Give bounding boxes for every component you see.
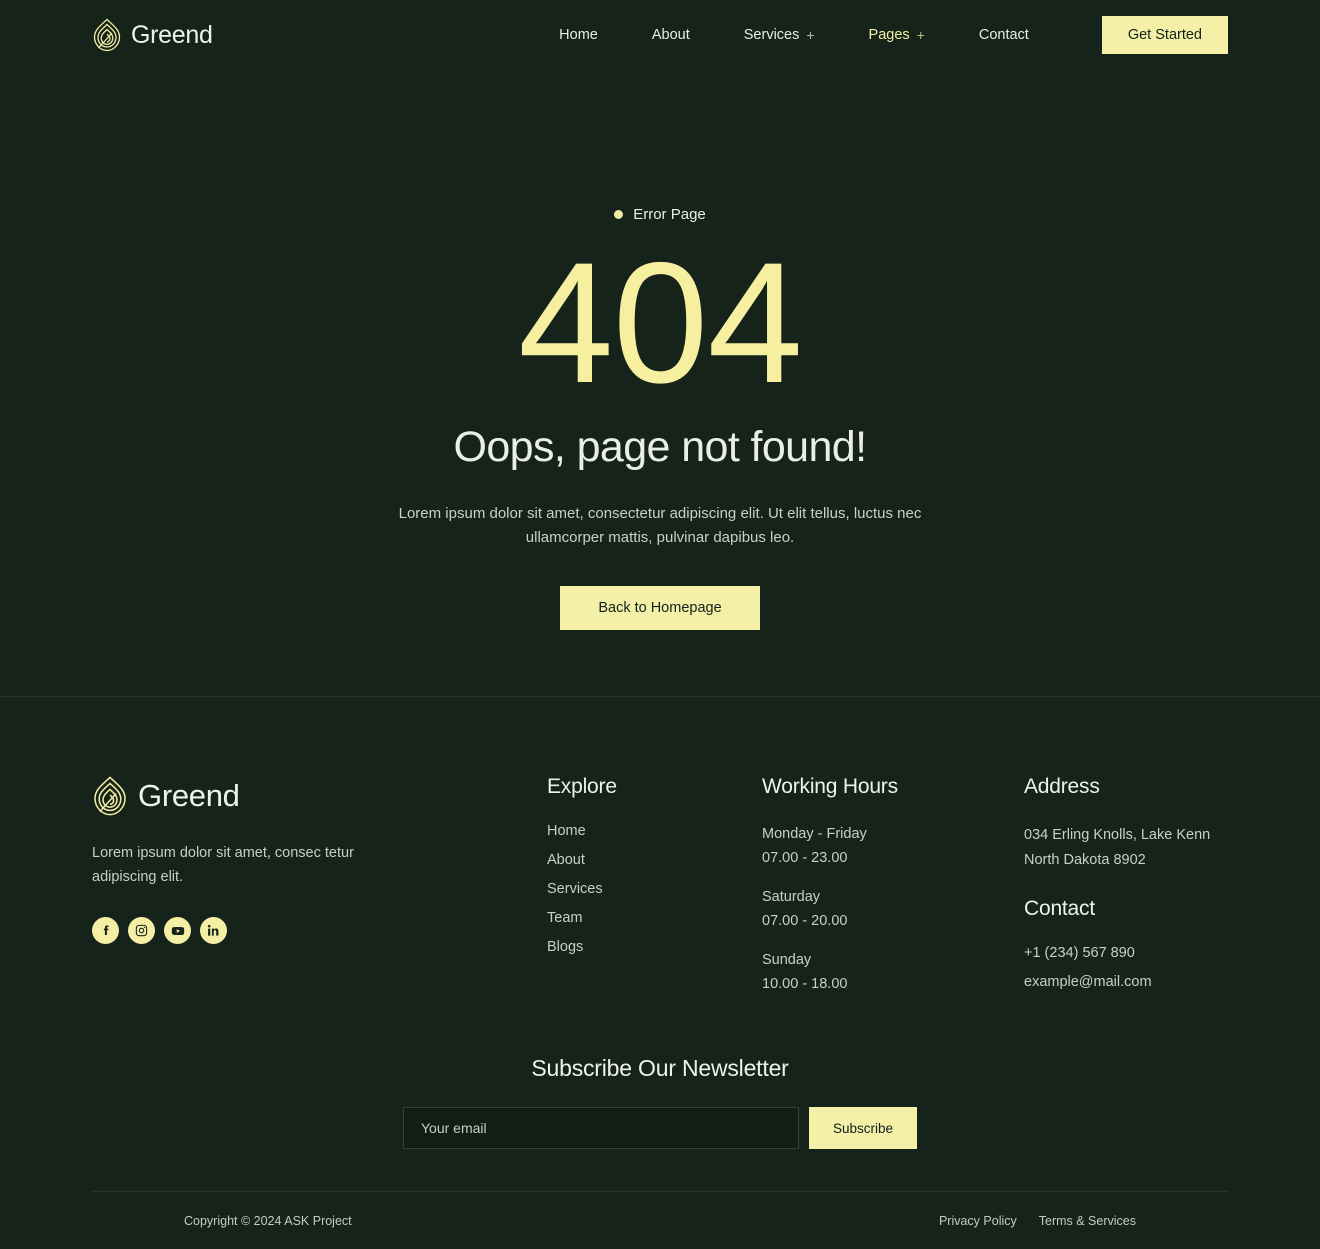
nav-item-about[interactable]: About [625,27,717,43]
newsletter-heading: Subscribe Our Newsletter [531,1055,789,1081]
page-title: Oops, page not found! [453,423,868,471]
nav-label: Home [559,27,598,43]
footer-explore-column: Explore Home About Services Team Blogs [547,775,762,955]
plus-icon: + [806,27,815,43]
social-link-youtube[interactable] [164,917,191,945]
footer-address-column: Address 034 Erling Knolls, Lake Kenn Nor… [1024,775,1228,990]
footer-hours-column: Working Hours Monday - Friday 07.00 - 23… [762,775,1024,997]
hours-time: 07.00 - 23.00 [762,850,848,867]
subscribe-button[interactable]: Subscribe [809,1107,917,1149]
hours-time: 07.00 - 20.00 [762,913,848,930]
privacy-policy-link[interactable]: Privacy Policy [939,1214,1017,1228]
nav-label: About [651,27,690,43]
terms-services-link[interactable]: Terms & Services [1039,1214,1136,1228]
nav-item-services[interactable]: Services + [717,27,842,43]
get-started-button[interactable]: Get Started [1101,16,1228,54]
footer-bottom-bar: Copyright © 2024 ASK Project Privacy Pol… [92,1191,1228,1249]
error-code: 404 [518,227,803,419]
nav-label: Pages [868,27,910,43]
address-heading: Address [1024,775,1100,799]
hours-entry: Monday - Friday 07.00 - 23.00 [762,823,1024,871]
error-hero-section: Error Page 404 Oops, page not found! Lor… [0,70,1320,696]
hours-entry: Sunday 10.00 - 18.00 [762,949,1024,997]
working-hours-heading: Working Hours [762,775,898,799]
explore-link-team[interactable]: Team [547,910,582,926]
header-brand-logo[interactable]: Greend [92,18,213,52]
dot-icon [614,210,624,219]
social-link-facebook[interactable] [92,917,119,945]
explore-link-about[interactable]: About [547,852,585,868]
page-description: Lorem ipsum dolor sit amet, consectetur … [398,505,922,547]
back-to-homepage-button[interactable]: Back to Homepage [560,585,760,630]
hours-day: Sunday [762,952,812,969]
error-page-root: Greend Home About Services + Pages + Con… [0,0,1320,1249]
hours-time: 10.00 - 18.00 [762,976,848,993]
social-link-linkedin[interactable] [200,917,227,945]
working-hours-list: Monday - Friday 07.00 - 23.00 Saturday 0… [762,823,1024,997]
facebook-icon [99,924,112,937]
site-footer: Greend Lorem ipsum dolor sit amet, conse… [0,696,1320,1249]
main-nav: Home About Services + Pages + Contact Ge… [532,16,1228,54]
linkedin-icon [207,924,220,937]
eyebrow-label: Error Page [633,206,706,223]
newsletter-form: Subscribe [403,1107,917,1149]
social-links [92,917,547,945]
hours-day: Saturday [762,889,821,906]
nav-item-home[interactable]: Home [532,27,625,43]
contact-heading: Contact [1024,897,1095,921]
contact-email[interactable]: example@mail.com [1024,974,1152,990]
youtube-icon [171,924,185,938]
explore-link-home[interactable]: Home [547,823,586,839]
nav-label: Services [743,27,800,43]
nav-item-pages[interactable]: Pages + [842,27,952,43]
explore-link-list: Home About Services Team Blogs [547,823,762,955]
hours-entry: Saturday 07.00 - 20.00 [762,886,1024,934]
contact-lines: +1 (234) 567 890 example@mail.com [1024,945,1228,990]
explore-link-services[interactable]: Services [547,881,603,897]
greend-leaf-logo-icon [92,18,122,52]
eyebrow-badge: Error Page [614,206,706,223]
footer-brand-logo[interactable]: Greend [92,775,547,817]
newsletter-section: Subscribe Our Newsletter Subscribe [92,1055,1228,1149]
contact-phone[interactable]: +1 (234) 567 890 [1024,945,1135,961]
address-line-2: North Dakota 8902 [1024,851,1146,868]
footer-columns: Greend Lorem ipsum dolor sit amet, conse… [92,775,1228,997]
hours-day: Monday - Friday [762,826,867,843]
plus-icon: + [916,27,925,43]
nav-label: Contact [978,27,1029,43]
copyright-text: Copyright © 2024 ASK Project [184,1213,352,1228]
explore-link-blogs[interactable]: Blogs [547,939,583,955]
site-header: Greend Home About Services + Pages + Con… [0,0,1320,70]
address-lines: 034 Erling Knolls, Lake Kenn North Dakot… [1024,823,1228,872]
footer-about-text: Lorem ipsum dolor sit amet, consec tetur… [92,845,354,885]
address-line-1: 034 Erling Knolls, Lake Kenn [1024,827,1211,844]
instagram-icon [135,924,148,937]
social-link-instagram[interactable] [128,917,155,945]
footer-brand-column: Greend Lorem ipsum dolor sit amet, conse… [92,775,547,945]
nav-item-contact[interactable]: Contact [952,27,1056,43]
footer-brand-name: Greend [138,778,240,814]
legal-links: Privacy Policy Terms & Services [939,1214,1136,1228]
greend-leaf-logo-icon [92,775,128,817]
explore-heading: Explore [547,775,617,799]
header-brand-name: Greend [131,20,213,49]
newsletter-email-input[interactable] [403,1107,799,1149]
